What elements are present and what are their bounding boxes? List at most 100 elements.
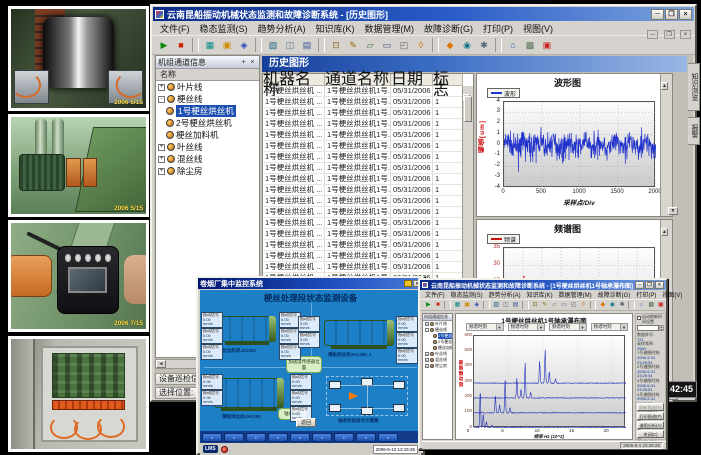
diamond-icon[interactable]: ◆: [598, 301, 607, 310]
menu-文件(F)[interactable]: 文件(F): [155, 22, 195, 35]
table-row[interactable]: 1号梗丝烘丝机 ...1号梗丝烘丝机1号...05/31/2006 ...1: [263, 174, 473, 185]
expand-icon[interactable]: +: [425, 358, 429, 362]
dock-tab-alarm[interactable]: 报警: [688, 117, 700, 145]
menu-打印(P)[interactable]: 打印(P): [633, 290, 659, 299]
column-header-标志[interactable]: 标志: [433, 74, 463, 86]
table-row[interactable]: 1号梗丝烘丝机 ...1号梗丝烘丝机1号...05/31/2006 ...1: [263, 141, 473, 152]
table-row[interactable]: 1号梗丝烘丝机 ...1号梗丝烘丝机1号...05/31/2006 ...1: [263, 196, 473, 207]
table-row[interactable]: 1号梗丝烘丝机 ...1号梗丝烘丝机1号...05/31/2006 ...1: [263, 185, 473, 196]
search-icon[interactable]: ◉: [608, 301, 617, 310]
taskbar-button[interactable]: ▪: [268, 433, 288, 442]
tree-item-梗丝线[interactable]: -梗丝线: [156, 93, 259, 105]
button-关闭(C)[interactable]: 关闭(C): [637, 430, 664, 438]
dock-tab-knowledge[interactable]: 知识浏览: [688, 63, 700, 111]
open-icon[interactable]: ⊡: [531, 301, 540, 310]
expand-icon[interactable]: +: [425, 352, 429, 356]
back-button[interactable]: 返回: [296, 418, 316, 427]
scroll-left-icon[interactable]: ◄: [156, 360, 166, 368]
restore-button[interactable]: ❐: [645, 281, 654, 289]
monitor-icon[interactable]: ▦: [202, 38, 218, 53]
expand-icon[interactable]: +: [158, 168, 165, 175]
expand-icon[interactable]: +: [158, 84, 165, 91]
scroll-up-icon[interactable]: ▲: [661, 228, 668, 236]
minimize-button[interactable]: ─: [635, 281, 644, 289]
image-view-icon[interactable]: ◫: [502, 301, 511, 310]
table-row[interactable]: 1号梗丝烘丝机 ...1号梗丝烘丝机1号...05/31/2006 ...1: [263, 207, 473, 218]
column-header-机器名称[interactable]: 机器名称: [263, 74, 325, 86]
doc-icon[interactable]: ▱: [362, 38, 378, 53]
column-header-通道名称[interactable]: 通道名称: [325, 74, 391, 86]
matrix-view-icon[interactable]: ▤: [299, 38, 315, 53]
export-icon[interactable]: ⌂: [505, 38, 521, 53]
tree-item-1号梗丝烘丝机[interactable]: 1号梗丝烘丝机: [156, 105, 259, 117]
column-header-日期[interactable]: 日期: [391, 74, 433, 86]
close-icon[interactable]: ×: [248, 59, 257, 66]
draw-icon[interactable]: ◊: [413, 38, 429, 53]
table-row[interactable]: 1号梗丝烘丝机 ...1号梗丝烘丝机1号...05/31/2006 ...1: [263, 240, 473, 251]
edit-icon[interactable]: ✎: [540, 301, 549, 310]
menu-故障诊断(G)[interactable]: 故障诊断(G): [595, 290, 634, 299]
minimize-button[interactable]: [404, 280, 412, 287]
taskbar-button[interactable]: ▪: [202, 433, 222, 442]
image-view-icon[interactable]: ◫: [282, 38, 298, 53]
close-button[interactable]: ×: [655, 281, 664, 289]
copy-icon[interactable]: ◰: [569, 301, 578, 310]
start-icon[interactable]: ▶: [424, 301, 433, 310]
machine-dryer-2[interactable]: [214, 378, 284, 408]
table-row[interactable]: 1号梗丝烘丝机 ...1号梗丝烘丝机1号...05/31/2006 ...1: [263, 97, 473, 108]
refresh-interval-input[interactable]: ▲▼: [637, 325, 664, 331]
expand-icon[interactable]: -: [158, 96, 165, 103]
menu-趋势分析(A)[interactable]: 趋势分析(A): [253, 22, 311, 35]
taskbar-button[interactable]: ▪: [378, 433, 398, 442]
print-icon[interactable]: ▩: [522, 38, 538, 53]
waveform-scrollbar[interactable]: ▲ ▼: [660, 74, 672, 216]
open-icon[interactable]: ⊡: [328, 38, 344, 53]
copy-icon[interactable]: ◰: [396, 38, 412, 53]
browse-icon[interactable]: ◈: [472, 301, 481, 310]
menu-知识库(K)[interactable]: 知识库(K): [311, 22, 360, 35]
checkbox-icon[interactable]: [637, 316, 641, 320]
machine-feeder[interactable]: [218, 316, 276, 342]
scada-titlebar[interactable]: 卷烟厂集中监控系统 ×: [198, 278, 423, 289]
alarm-icon[interactable]: ▣: [539, 38, 555, 53]
taskbar-button[interactable]: ▪: [334, 433, 354, 442]
table-row[interactable]: 1号梗丝烘丝机 ...1号梗丝烘丝机1号...05/31/2006 ...1: [263, 152, 473, 163]
main-titlebar[interactable]: 云南昆船振动机械状态监测和故障诊断系统 - [历史图形] ─ ❐ ×: [153, 7, 694, 21]
wave-view-icon[interactable]: ▨: [492, 301, 501, 310]
menu-视图(V)[interactable]: 视图(V): [659, 290, 685, 299]
table-row[interactable]: 1号梗丝烘丝机 ...1号梗丝烘丝机1号...05/31/2006 ...1: [263, 229, 473, 240]
doc-icon[interactable]: ▱: [550, 301, 559, 310]
stop-icon[interactable]: ■: [173, 38, 189, 53]
menu-知识库(K)[interactable]: 知识库(K): [524, 290, 556, 299]
browse-icon[interactable]: ◈: [236, 38, 252, 53]
trend-icon[interactable]: ▣: [219, 38, 235, 53]
table-row[interactable]: 1号梗丝烘丝机 ...1号梗丝烘丝机1号...05/31/2006 ...1: [263, 108, 473, 119]
expand-icon[interactable]: +: [425, 322, 429, 326]
machine-dryer-1[interactable]: [324, 320, 394, 346]
tree-item-除尘房[interactable]: +除尘房: [423, 363, 452, 369]
menu-稳态监测(S)[interactable]: 稳态监测(S): [195, 22, 253, 35]
table-row[interactable]: 1号梗丝烘丝机 ...1号梗丝烘丝机1号...05/31/2006 ...1: [263, 163, 473, 174]
search-icon[interactable]: ◉: [459, 38, 475, 53]
menu-打印(P)[interactable]: 打印(P): [478, 22, 518, 35]
taskbar-button[interactable]: ▪: [224, 433, 244, 442]
mdi-close-button[interactable]: ×: [680, 30, 691, 39]
taskbar-button[interactable]: ▪: [290, 433, 310, 442]
report-icon[interactable]: ▭: [560, 301, 569, 310]
alarm-icon[interactable]: ▣: [657, 301, 666, 310]
table-row[interactable]: 1号梗丝烘丝机 ...1号梗丝烘丝机1号...05/31/2006 ...1: [263, 86, 473, 97]
menu-故障诊断(G)[interactable]: 故障诊断(G): [419, 22, 478, 35]
scroll-up-icon[interactable]: ▲: [661, 82, 668, 90]
print-icon[interactable]: ▩: [647, 301, 656, 310]
minimize-button[interactable]: ─: [651, 9, 664, 20]
table-row[interactable]: 1号梗丝烘丝机 ...1号梗丝烘丝机1号...05/31/2006 ...1: [263, 119, 473, 130]
scroll-down-icon[interactable]: ▼: [668, 207, 678, 215]
menu-稳态监测(S)[interactable]: 稳态监测(S): [448, 290, 486, 299]
settings-icon[interactable]: ✱: [476, 38, 492, 53]
tree-item-叶丝线[interactable]: +叶丝线: [156, 141, 259, 153]
spectrum-time-combo[interactable]: 频谱时刻▼: [549, 323, 587, 331]
table-row[interactable]: 1号梗丝烘丝机 ...1号梗丝烘丝机1号...05/31/2006 ...1: [263, 251, 473, 262]
pin-icon[interactable]: +: [239, 59, 248, 66]
settings-icon[interactable]: ✱: [618, 301, 627, 310]
chevron-down-icon[interactable]: ▼: [620, 324, 627, 330]
